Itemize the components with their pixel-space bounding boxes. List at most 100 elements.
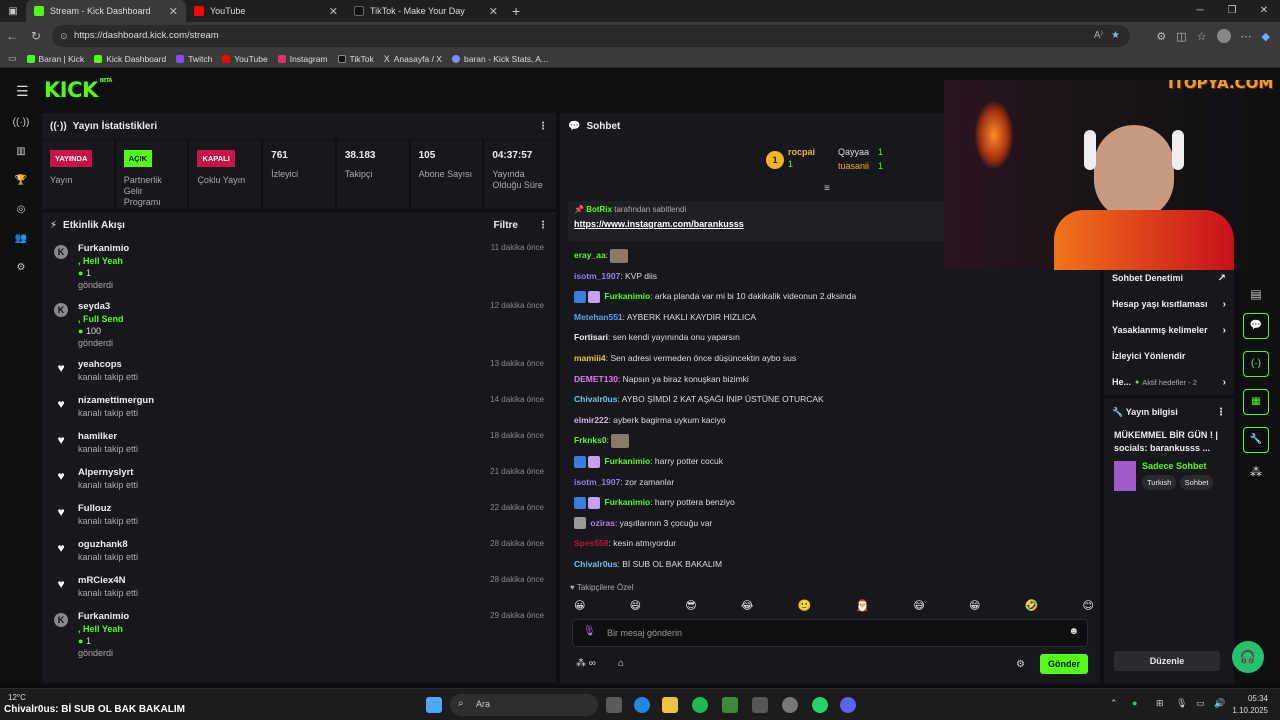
app-icon[interactable] [752, 697, 768, 713]
chat-username[interactable]: Furkanimio [604, 497, 650, 507]
chat-username[interactable]: Chivalr0us [574, 394, 617, 404]
emote-icon[interactable]: 🙂 [798, 599, 812, 613]
points-icon[interactable]: ⁂ ∞ [576, 658, 596, 669]
emote-icon[interactable]: 🎅 [856, 599, 870, 613]
emote-icon[interactable]: 🤣 [1025, 599, 1039, 613]
extensions-icon[interactable]: ⚙ [1156, 30, 1166, 43]
copilot-icon[interactable]: ◆ [1262, 30, 1270, 43]
chat-toggle-icon[interactable]: 💬 [1243, 313, 1269, 339]
chat-username[interactable]: Frknks0 [574, 435, 607, 445]
bookmark-item[interactable]: Baran | Kick [26, 54, 84, 64]
chat-username[interactable]: Fortisari [574, 332, 608, 342]
apps-icon[interactable]: ⁂ [1250, 465, 1262, 479]
discord-icon[interactable] [840, 697, 856, 713]
bookmark-toggle-icon[interactable]: ▭ [8, 53, 17, 64]
read-aloud-icon[interactable]: A⁾ [1094, 30, 1103, 41]
emote-icon[interactable]: 😊 [1082, 599, 1093, 613]
steam-icon[interactable] [782, 697, 798, 713]
store-icon[interactable]: ⌂ [618, 658, 624, 669]
leader-name[interactable]: Qayyaa [838, 147, 869, 157]
close-tab-icon[interactable]: ✕ [329, 5, 338, 18]
chat-username[interactable]: DEMET130 [574, 374, 618, 384]
menu-icon[interactable]: ☰ [16, 83, 29, 100]
chat-username[interactable]: Furkanimio [604, 291, 650, 301]
more-options-icon[interactable]: ⋮ [538, 121, 548, 132]
more-icon[interactable]: ⋯ [1241, 30, 1252, 43]
bookmark-item[interactable]: Instagram [277, 54, 328, 64]
profile-icon[interactable] [1216, 29, 1231, 43]
bookmark-item[interactable]: TikTok [337, 54, 374, 64]
category-name[interactable]: Sadece Sohbet [1142, 461, 1213, 471]
layout-toggle-icon[interactable]: ▦ [1243, 389, 1269, 415]
notes-icon[interactable]: ▤ [1250, 287, 1261, 301]
bookmark-item[interactable]: Kick Dashboard [94, 54, 166, 64]
chat-username[interactable]: mamiii4 [574, 353, 606, 363]
tab-actions-icon[interactable]: ▣ [0, 6, 26, 17]
more-options-icon[interactable]: ⋮ [538, 220, 548, 231]
chat-username[interactable]: oziras [590, 518, 615, 528]
favorite-star-icon[interactable]: ★ [1111, 30, 1120, 41]
start-icon[interactable] [426, 697, 442, 713]
new-tab-button[interactable]: + [512, 3, 520, 19]
chat-username[interactable]: elmir222 [574, 415, 609, 425]
emote-icon[interactable]: 😎 [685, 599, 696, 613]
chat-username[interactable]: Metehan551 [574, 312, 623, 322]
microphone-tray-icon[interactable]: 🎙 [1176, 698, 1187, 709]
moderation-row[interactable]: Yasaklanmış kelimeler › [1104, 317, 1234, 343]
tray-app-icon[interactable]: ● [1132, 698, 1137, 708]
activity-user[interactable]: Furkanimio [78, 243, 491, 255]
chat-username[interactable]: isotm_1907 [574, 271, 620, 281]
goals-row[interactable]: He... ● Aktif hedefler - 2 › [1104, 369, 1234, 395]
collections-icon[interactable]: ☆ [1197, 30, 1207, 43]
close-tab-icon[interactable]: ✕ [169, 5, 178, 18]
expand-icon[interactable]: ≡ [824, 183, 830, 194]
network-icon[interactable]: ▭ [1196, 698, 1205, 709]
chat-settings-icon[interactable]: ⚙ [1016, 659, 1025, 670]
tab-tiktok[interactable]: TikTok - Make Your Day ✕ [346, 0, 506, 22]
volume-icon[interactable]: 🔊 [1214, 698, 1225, 709]
tab-kick-dashboard[interactable]: Stream - Kick Dashboard ✕ [26, 0, 186, 22]
analytics-nav-icon[interactable]: ▥ [16, 146, 25, 157]
chat-username[interactable]: Spes558 [574, 538, 609, 548]
more-options-icon[interactable]: ⋮ [1216, 407, 1226, 418]
whatsapp-icon[interactable] [812, 697, 828, 713]
capture-nav-icon[interactable]: ◎ [17, 204, 26, 215]
microphone-icon[interactable]: 🎙 [583, 626, 596, 637]
chat-username[interactable]: isotm_1907 [574, 477, 620, 487]
leader-name[interactable]: rocpai [788, 147, 815, 157]
activity-user[interactable]: seyda3 [78, 301, 490, 313]
reload-icon[interactable]: ↻ [24, 29, 48, 43]
settings-nav-icon[interactable]: ⚙ [17, 262, 26, 273]
url-field[interactable]: ⊙ https://dashboard.kick.com/stream A⁾ ★ [52, 25, 1130, 47]
bookmark-item[interactable]: baran - Kick Stats, A... [451, 54, 548, 64]
clock-time[interactable]: 05:34 [1242, 694, 1268, 703]
edit-button[interactable]: Düzenle [1114, 651, 1220, 671]
broadcast-toggle-icon[interactable]: (·) [1243, 351, 1269, 377]
activity-user[interactable]: yeahcops [78, 359, 490, 371]
filter-button[interactable]: Filtre [494, 220, 518, 231]
spotify-icon[interactable] [692, 697, 708, 713]
emote-icon[interactable]: 😁 [969, 599, 980, 613]
split-screen-icon[interactable]: ◫ [1176, 30, 1186, 43]
activity-user[interactable]: Alpernyslyrt [78, 467, 490, 479]
trophy-nav-icon[interactable]: 🏆 [15, 175, 27, 186]
maximize-button[interactable]: ❐ [1216, 0, 1248, 22]
community-nav-icon[interactable]: 👥 [15, 233, 27, 244]
activity-user[interactable]: oguzhank8 [78, 539, 490, 551]
emote-icon[interactable]: 😅 [913, 599, 924, 613]
close-window-button[interactable]: ✕ [1248, 0, 1280, 22]
bookmark-item[interactable]: YouTube [222, 54, 268, 64]
minimize-button[interactable]: ─ [1184, 0, 1216, 22]
emote-icon[interactable]: 😄 [630, 599, 641, 613]
close-tab-icon[interactable]: ✕ [489, 5, 498, 18]
activity-user[interactable]: mRCiex4N [78, 575, 490, 587]
send-button[interactable]: Gönder [1040, 654, 1088, 674]
activity-user[interactable]: Furkanimio [78, 611, 490, 623]
task-view-icon[interactable] [606, 697, 622, 713]
bookmark-item[interactable]: X Anasayfa / X [384, 54, 442, 64]
emote-icon[interactable]: 😂 [741, 599, 754, 613]
kick-logo[interactable]: KICK BETA [44, 78, 112, 102]
stream-nav-icon[interactable]: ((·)) [13, 117, 30, 128]
chat-username[interactable]: Furkanimio [604, 456, 650, 466]
bookmark-item[interactable]: Twitch [176, 54, 212, 64]
